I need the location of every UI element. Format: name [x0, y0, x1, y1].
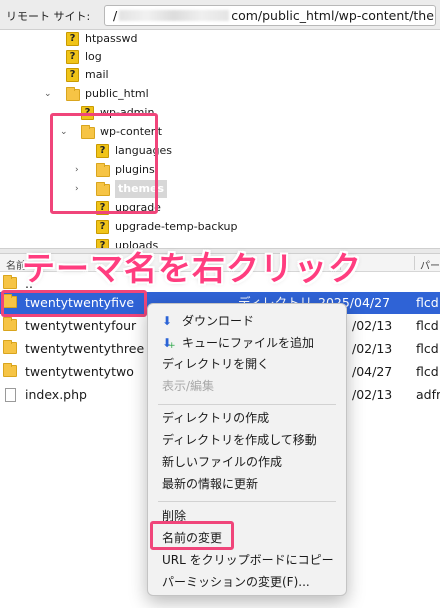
menu-item-change-permissions[interactable]: パーミッションの変更(F)...	[148, 571, 346, 593]
remote-site-label: リモート サイト:	[6, 10, 91, 23]
unknown-folder-icon: ?	[66, 50, 79, 64]
add-to-queue-icon: ⬇ +	[162, 336, 176, 351]
wp-content-highlight-box	[50, 113, 158, 214]
document-icon	[5, 388, 16, 402]
column-header-perm[interactable]: パー	[420, 257, 440, 272]
menu-item-label: ディレクトリの作成	[162, 411, 270, 425]
file-date: /04/27	[352, 364, 393, 379]
file-name: twentytwentyfour	[25, 318, 137, 333]
file-perm: flcd	[416, 341, 439, 356]
file-name: twentytwentytwo	[25, 364, 134, 379]
rename-highlight-box	[150, 521, 234, 550]
remote-site-path-field[interactable]: / com/public_html/wp-content/themes	[104, 5, 436, 26]
file-name: index.php	[25, 387, 87, 402]
menu-item-view-edit: 表示/編集	[148, 375, 346, 397]
menu-separator	[158, 501, 336, 502]
menu-item-label: URL をクリップボードにコピー	[162, 553, 334, 567]
tree-item-label: upgrade-temp-backup	[115, 220, 238, 233]
file-perm: flcd	[416, 295, 439, 310]
folder-icon	[3, 317, 17, 331]
menu-item-label: パーミッションの変更(F)...	[162, 575, 310, 589]
menu-item-label: 新しいファイルの作成	[162, 455, 283, 469]
menu-item-create-new-file[interactable]: 新しいファイルの作成	[148, 451, 346, 473]
redacted-domain	[119, 10, 230, 21]
menu-item-label: 表示/編集	[162, 379, 215, 393]
menu-separator	[158, 404, 336, 405]
folder-icon	[66, 87, 80, 101]
menu-item-create-directory[interactable]: ディレクトリの作成	[148, 407, 346, 429]
file-date: /02/13	[352, 318, 393, 333]
tree-item-label: htpasswd	[85, 32, 138, 45]
menu-item-label: ダウンロード	[182, 314, 255, 328]
remote-path-suffix: com/public_html/wp-content/themes	[231, 8, 435, 23]
file-perm: flcd	[416, 318, 439, 333]
unknown-folder-icon: ?	[96, 220, 109, 234]
menu-item-label: キューにファイルを追加	[182, 336, 315, 350]
download-arrow-icon: ⬇	[162, 314, 173, 328]
file-date: /02/13	[352, 387, 393, 402]
file-perm: adfr	[416, 387, 440, 402]
instruction-caption: テーマ名を右クリック	[22, 249, 362, 288]
folder-icon	[3, 363, 17, 377]
menu-item-create-directory-and-enter[interactable]: ディレクトリを作成して移動	[148, 429, 346, 451]
menu-item-refresh[interactable]: 最新の情報に更新	[148, 473, 346, 495]
menu-item-label: ディレクトリを作成して移動	[162, 433, 317, 447]
unknown-folder-icon: ?	[66, 32, 79, 46]
context-menu: ⬇ ダウンロード ⬇ + キューにファイルを追加 ディレクトリを開く 表示/編集 …	[147, 303, 347, 596]
menu-item-open-directory[interactable]: ディレクトリを開く	[148, 353, 346, 375]
menu-item-add-to-queue[interactable]: ⬇ + キューにファイルを追加	[148, 332, 346, 354]
tree-item-label: public_html	[85, 87, 149, 100]
file-name: twentytwentythree	[25, 341, 145, 356]
tree-item-label: mail	[85, 68, 109, 81]
menu-item-download[interactable]: ⬇ ダウンロード	[148, 310, 346, 332]
tree-item-label: log	[85, 50, 102, 63]
folder-icon	[3, 275, 17, 289]
folder-icon	[3, 340, 17, 354]
remote-site-bar: リモート サイト: / com/public_html/wp-content/th…	[0, 0, 440, 30]
file-perm: flcd	[416, 364, 439, 379]
selected-folder-highlight-box	[1, 290, 147, 317]
menu-item-label: ディレクトリを開く	[162, 357, 270, 371]
menu-item-copy-url[interactable]: URL をクリップボードにコピー	[148, 549, 346, 571]
unknown-folder-icon: ?	[66, 68, 79, 82]
chevron-down-icon[interactable]: ⌄	[44, 85, 52, 103]
menu-item-label: 最新の情報に更新	[162, 477, 259, 491]
remote-path-prefix: /	[113, 8, 118, 23]
file-date: /02/13	[352, 341, 393, 356]
remote-directory-tree: ? htpasswd ? log ? mail ⌄ public_html ? …	[0, 30, 440, 248]
column-divider[interactable]	[414, 256, 415, 270]
